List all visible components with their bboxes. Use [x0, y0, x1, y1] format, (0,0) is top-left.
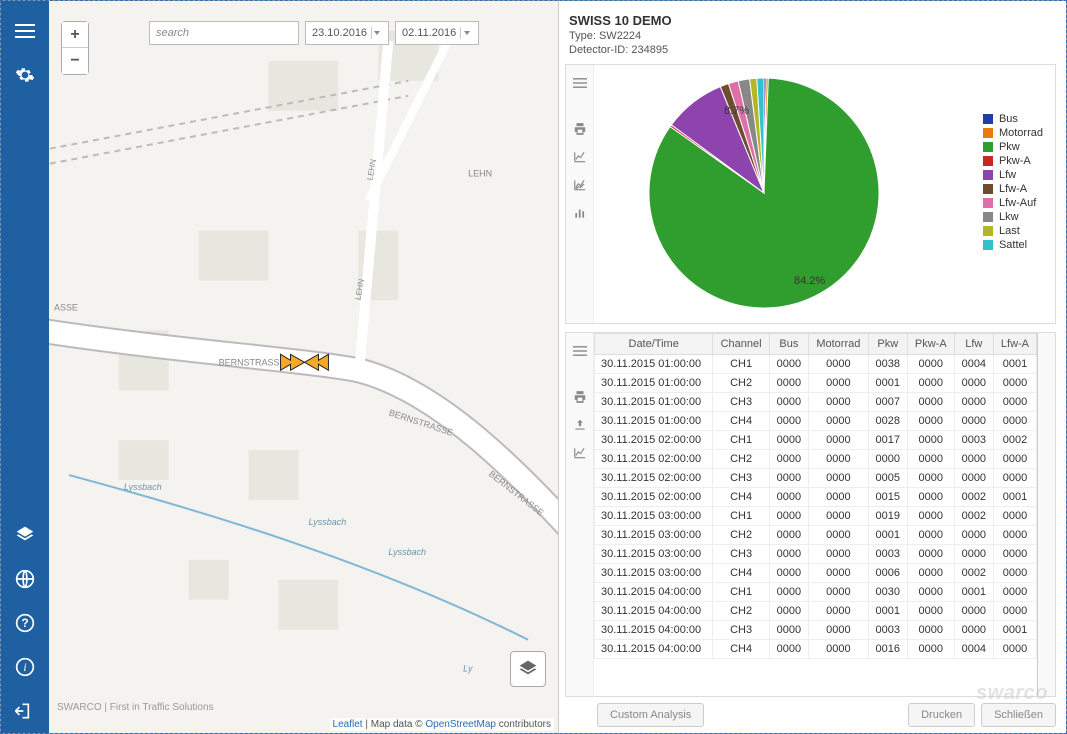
table-row[interactable]: 30.11.2015 01:00:00CH4000000000028000000… — [595, 412, 1037, 431]
table-row[interactable]: 30.11.2015 02:00:00CH3000000000005000000… — [595, 469, 1037, 488]
col-header[interactable]: Lfw — [954, 334, 993, 355]
help-icon[interactable]: ? — [9, 607, 41, 639]
print-icon[interactable] — [570, 119, 590, 139]
svg-text:LEHN: LEHN — [468, 169, 492, 179]
table-row[interactable]: 30.11.2015 04:00:00CH3000000000003000000… — [595, 621, 1037, 640]
legend-item[interactable]: Lfw-Auf — [983, 197, 1043, 209]
legend-item[interactable]: Lkw — [983, 211, 1043, 223]
table-row[interactable]: 30.11.2015 01:00:00CH2000000000001000000… — [595, 374, 1037, 393]
sidebar: ? i — [1, 1, 49, 733]
table-row[interactable]: 30.11.2015 04:00:00CH1000000000030000000… — [595, 583, 1037, 602]
legend-item[interactable]: Bus — [983, 113, 1043, 125]
table-menu-icon[interactable] — [570, 341, 590, 361]
pie-label-pkw: 84.2% — [794, 275, 825, 287]
svg-text:Lyssbach: Lyssbach — [388, 547, 426, 557]
svg-text:i: i — [23, 661, 26, 674]
legend-item[interactable]: Last — [983, 225, 1043, 237]
legend-item[interactable]: Lfw-A — [983, 183, 1043, 195]
pie-label-lfw: 8.7% — [724, 105, 749, 117]
layers-icon[interactable] — [9, 519, 41, 551]
table-row[interactable]: 30.11.2015 04:00:00CH2000000000001000000… — [595, 602, 1037, 621]
table-row[interactable]: 30.11.2015 01:00:00CH1000000000038000000… — [595, 355, 1037, 374]
menu-icon[interactable] — [9, 15, 41, 47]
globe-icon[interactable] — [9, 563, 41, 595]
table-row[interactable]: 30.11.2015 04:00:00CH4000000000016000000… — [595, 640, 1037, 659]
chart-panel: 8.7% 84.2% Bus Motorrad Pkw Pkw-A Lfw Lfw-A Lf… — [565, 64, 1056, 324]
info-icon[interactable]: i — [9, 651, 41, 683]
multiline-icon[interactable] — [570, 175, 590, 195]
detail-pane: SWISS 10 DEMO Type: SW2224 Detector-ID: … — [559, 1, 1066, 733]
table-row[interactable]: 30.11.2015 03:00:00CH3000000000003000000… — [595, 545, 1037, 564]
col-header[interactable]: Pkw — [868, 334, 907, 355]
table-row[interactable]: 30.11.2015 02:00:00CH2000000000000000000… — [595, 450, 1037, 469]
table-print-icon[interactable] — [570, 387, 590, 407]
svg-text:Ly: Ly — [463, 664, 473, 674]
col-header[interactable]: Channel — [713, 334, 769, 355]
page-title: SWISS 10 DEMO — [569, 13, 1052, 28]
col-header[interactable]: Date/Time — [595, 334, 713, 355]
date-from-input[interactable]: 23.10.2016 — [305, 21, 389, 45]
legend-item[interactable]: Lfw — [983, 169, 1043, 181]
linechart-icon[interactable] — [570, 147, 590, 167]
data-table-panel: Date/TimeChannelBusMotorradPkwPkw-ALfwLf… — [565, 332, 1056, 697]
table-row[interactable]: 30.11.2015 03:00:00CH4000000000006000000… — [595, 564, 1037, 583]
osm-link[interactable]: OpenStreetMap — [425, 719, 496, 730]
data-table: Date/TimeChannelBusMotorradPkwPkw-ALfwLf… — [594, 333, 1037, 659]
scrollbar[interactable] — [1037, 333, 1055, 696]
chart-menu-icon[interactable] — [570, 73, 590, 93]
svg-text:Lyssbach: Lyssbach — [308, 517, 346, 527]
zoom-in-button[interactable]: + — [62, 22, 88, 48]
settings-icon[interactable] — [9, 59, 41, 91]
close-button[interactable]: Schließen — [981, 703, 1056, 727]
legend-item[interactable]: Motorrad — [983, 127, 1043, 139]
table-row[interactable]: 30.11.2015 02:00:00CH1000000000017000000… — [595, 431, 1037, 450]
table-row[interactable]: 30.11.2015 03:00:00CH2000000000001000000… — [595, 526, 1037, 545]
legend-item[interactable]: Pkw-A — [983, 155, 1043, 167]
table-row[interactable]: 30.11.2015 01:00:00CH3000000000007000000… — [595, 393, 1037, 412]
date-to-input[interactable]: 02.11.2016 — [395, 21, 479, 45]
barchart-icon[interactable] — [570, 203, 590, 223]
svg-text:BERNSTRASSE: BERNSTRASSE — [219, 357, 286, 367]
zoom-control: + − — [61, 21, 89, 75]
svg-text:?: ? — [21, 617, 28, 630]
table-row[interactable]: 30.11.2015 03:00:00CH1000000000019000000… — [595, 507, 1037, 526]
table-chart-icon[interactable] — [570, 443, 590, 463]
map-attribution: Leaflet | Map data © OpenStreetMap contr… — [330, 718, 554, 731]
map-layers-button[interactable] — [510, 651, 546, 687]
pie-chart — [644, 73, 884, 313]
swarco-logo: swarco — [976, 682, 1048, 705]
data-table-scroll[interactable]: Date/TimeChannelBusMotorradPkwPkw-ALfwLf… — [594, 333, 1037, 696]
svg-text:Lyssbach: Lyssbach — [124, 482, 162, 492]
svg-text:ASSE: ASSE — [54, 302, 78, 312]
logout-icon[interactable] — [9, 695, 41, 727]
col-header[interactable]: Lfw-A — [993, 334, 1036, 355]
print-button[interactable]: Drucken — [908, 703, 975, 727]
export-icon[interactable] — [570, 415, 590, 435]
table-row[interactable]: 30.11.2015 02:00:00CH4000000000015000000… — [595, 488, 1037, 507]
leaflet-link[interactable]: Leaflet — [333, 719, 363, 730]
map-pane[interactable]: BERNSTRASSE BERNSTRASSE BERNSTRASSE LEHN… — [49, 1, 559, 733]
col-header[interactable]: Pkw-A — [907, 334, 954, 355]
custom-analysis-button[interactable]: Custom Analysis — [597, 703, 704, 727]
col-header[interactable]: Bus — [769, 334, 808, 355]
chart-legend: Bus Motorrad Pkw Pkw-A Lfw Lfw-A Lfw-Auf Lkw Las… — [983, 111, 1043, 253]
zoom-out-button[interactable]: − — [62, 48, 88, 74]
legend-item[interactable]: Pkw — [983, 141, 1043, 153]
search-input[interactable]: search — [149, 21, 299, 45]
legend-item[interactable]: Sattel — [983, 239, 1043, 251]
col-header[interactable]: Motorrad — [809, 334, 869, 355]
swarco-footer-text: SWARCO | First in Traffic Solutions — [57, 702, 214, 713]
